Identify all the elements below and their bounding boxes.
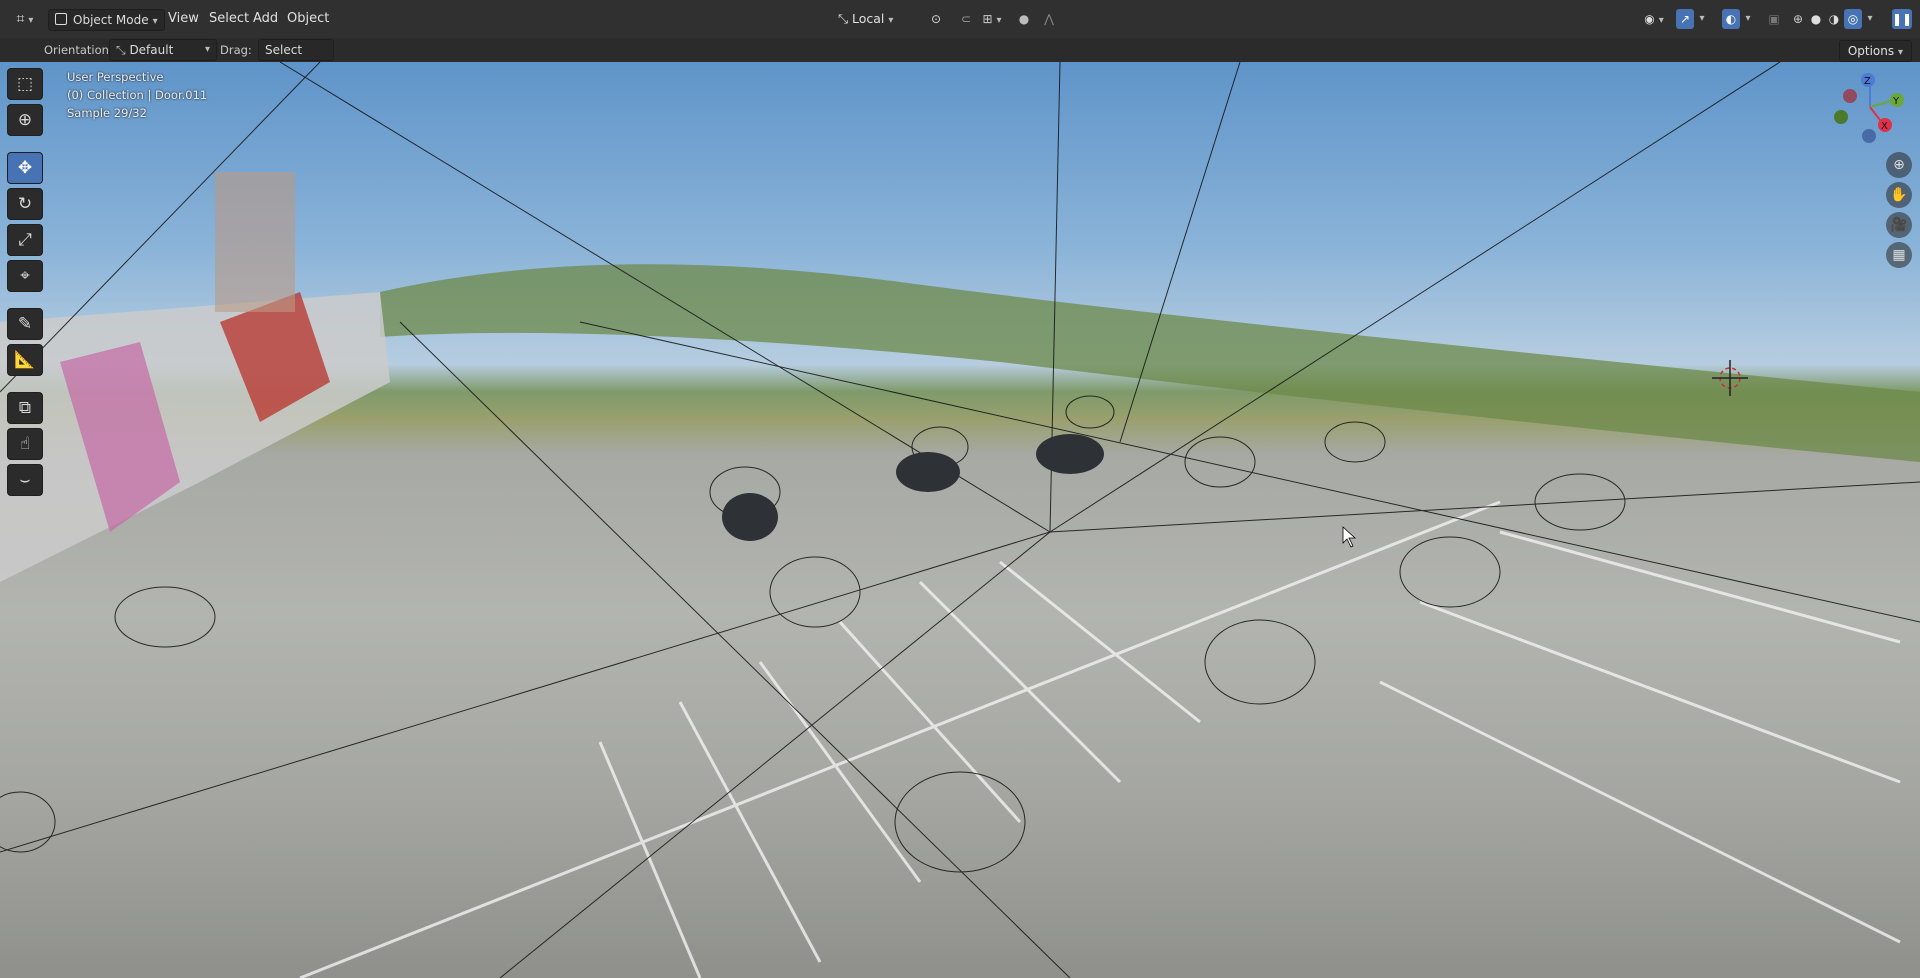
tool-settings-bar: Orientation: ⤡ Default ▾ Drag: Select Box… xyxy=(0,38,1920,77)
move-icon[interactable]: ✥ xyxy=(7,152,43,184)
transform-icon[interactable]: ⌖ xyxy=(7,260,43,292)
svg-text:X: X xyxy=(1881,121,1888,132)
proportional-edit-icon[interactable]: ● xyxy=(1016,9,1032,29)
drag-label: Drag: xyxy=(220,43,252,57)
snap-target-icon[interactable]: ⊞ ▾ xyxy=(978,9,1006,29)
object-mode-icon xyxy=(55,13,67,25)
mall-building xyxy=(0,292,390,582)
select-box-icon[interactable]: ⬚ xyxy=(7,68,43,100)
tool-shelf: ⬚ ⊕ ✥ ↻ ⤢ ⌖ ✎ 📐 ⧉ ☝ ⌣ xyxy=(7,64,49,500)
orientation-label: Orientation: xyxy=(44,43,113,57)
measure-icon[interactable]: 📐 xyxy=(7,344,43,376)
apartment-tower xyxy=(215,172,295,312)
shading-dropdown-icon[interactable]: ▾ xyxy=(1864,9,1876,29)
mouse-pointer-icon xyxy=(1342,526,1357,548)
render-samples: Sample 29/32 xyxy=(67,106,147,120)
orientation-dropdown[interactable]: ⤡ Default ▾ xyxy=(109,39,217,61)
overlays-toggle-icon[interactable]: ◐ xyxy=(1722,9,1740,29)
editor-type-icon[interactable]: ⌗ ▾ xyxy=(10,9,40,29)
mode-label: Object Mode xyxy=(73,13,149,27)
orientation-icon: ⤡ xyxy=(838,11,849,26)
pivot-point-icon[interactable]: ⊙ xyxy=(923,9,949,29)
navigation-gizmo[interactable]: Z Y X xyxy=(1834,73,1904,143)
visibility-icon[interactable]: ◉ ▾ xyxy=(1640,9,1668,29)
collection-info: (0) Collection | Door.011 xyxy=(67,88,208,102)
rotate-icon[interactable]: ↻ xyxy=(7,188,43,220)
menu-view[interactable]: View xyxy=(168,9,199,29)
svg-text:Y: Y xyxy=(1892,96,1900,107)
viewport-header: ⌗ ▾ Object Mode ▾ View Select Add Object ⤡… xyxy=(0,0,1920,39)
paint-icon[interactable]: ☝ xyxy=(7,428,43,460)
falloff-icon[interactable]: ⋀ xyxy=(1036,9,1062,29)
svg-text:Z: Z xyxy=(1864,76,1871,87)
chevron-down-icon: ▾ xyxy=(152,16,158,27)
rendered-shading-icon[interactable]: ◎ xyxy=(1844,9,1862,29)
overlays-dropdown-icon[interactable]: ▾ xyxy=(1742,9,1754,29)
pause-render-icon[interactable]: ❚❚ xyxy=(1892,9,1912,29)
chevron-down-icon: ▾ xyxy=(1897,47,1903,58)
drag-dropdown[interactable]: Select Box▾ xyxy=(258,39,334,77)
chevron-down-icon: ▾ xyxy=(204,44,210,55)
options-button[interactable]: Options ▾ xyxy=(1838,40,1912,62)
add-cube-icon[interactable]: ⧉ xyxy=(7,392,43,424)
scale-icon[interactable]: ⤢ xyxy=(7,224,43,256)
material-shading-icon[interactable]: ◑ xyxy=(1826,9,1842,29)
viewport-scene: Z Y X xyxy=(0,62,1920,978)
xray-icon[interactable]: ▣ xyxy=(1766,9,1782,29)
curve-icon[interactable]: ⌣ xyxy=(7,464,43,496)
orientation-value: Default xyxy=(129,43,174,57)
mode-dropdown[interactable]: Object Mode ▾ xyxy=(48,9,165,31)
options-label: Options xyxy=(1847,44,1895,58)
parking-lines xyxy=(299,500,1901,978)
ortho-grid-icon[interactable]: ▦ xyxy=(1886,242,1912,268)
gizmo-toggle-icon[interactable]: ↗ xyxy=(1676,9,1694,29)
snap-icon[interactable]: ⊂ xyxy=(957,9,975,29)
wireframe-shading-icon[interactable]: ⊕ xyxy=(1790,9,1806,29)
3d-viewport[interactable]: Z Y X User Perspective (0) Collection | … xyxy=(0,62,1920,978)
cursor-icon[interactable]: ⊕ xyxy=(7,104,43,136)
annotate-icon[interactable]: ✎ xyxy=(7,308,43,340)
pan-hand-icon[interactable]: ✋ xyxy=(1886,182,1912,208)
chevron-down-icon: ▾ xyxy=(888,15,894,26)
menu-object[interactable]: Object xyxy=(287,9,329,29)
zoom-icon[interactable]: ⊕ xyxy=(1886,152,1912,178)
menu-add[interactable]: Add xyxy=(253,9,278,29)
gizmo-dropdown-icon[interactable]: ▾ xyxy=(1696,9,1708,29)
tree-line xyxy=(380,264,1920,462)
solid-shading-icon[interactable]: ● xyxy=(1808,9,1824,29)
camera-view-icon[interactable]: 🎥 xyxy=(1886,212,1912,238)
viewport-info: User Perspective (0) Collection | Door.0… xyxy=(67,68,207,122)
view-name: User Perspective xyxy=(67,70,164,84)
orientation-icon: ⤡ xyxy=(116,43,126,57)
transform-orientation-dropdown[interactable]: ⤡ Local ▾ xyxy=(838,9,913,29)
orientation-label: Local xyxy=(852,11,885,26)
menu-select[interactable]: Select xyxy=(209,9,249,29)
